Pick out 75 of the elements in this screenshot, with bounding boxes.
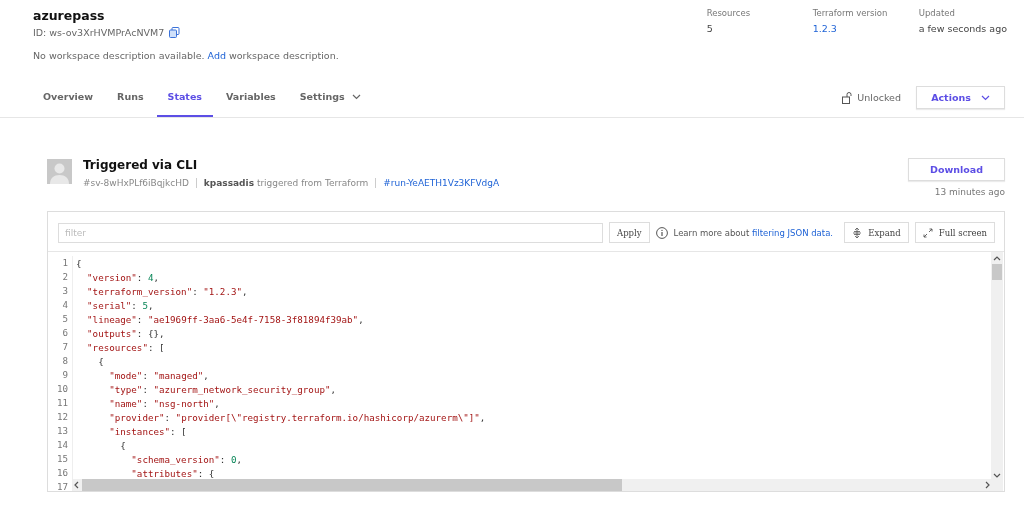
line-number: 2	[48, 270, 73, 284]
scroll-left-icon[interactable]	[73, 481, 79, 489]
filter-field[interactable]: filter	[58, 222, 603, 243]
expand-button[interactable]: Expand	[844, 222, 909, 243]
code-line: "version": 4,	[86, 271, 160, 283]
code-line: {	[119, 439, 126, 451]
line-number: 6	[48, 326, 73, 340]
stat-value: a few seconds ago	[918, 23, 1007, 34]
line-number: 4	[48, 298, 73, 312]
code-line: {	[75, 257, 82, 269]
scroll-down-icon[interactable]	[993, 473, 1001, 479]
code-line: "attributes": {	[130, 467, 215, 479]
line-number: 15	[48, 452, 73, 466]
line-number: 9	[48, 368, 73, 382]
tab[interactable]: Runs	[106, 78, 155, 117]
filter-help-link[interactable]: filtering JSON data.	[751, 227, 834, 238]
trigger-info: kpassadis triggered from Terraform	[203, 178, 369, 188]
code-line: "terraform_version": "1.2.3",	[86, 285, 248, 297]
scroll-right-icon[interactable]	[985, 481, 991, 489]
stat-label: Updated	[918, 8, 956, 18]
copy-icon[interactable]	[169, 27, 181, 38]
scrollbar-thumb[interactable]	[992, 264, 1002, 280]
code-line: "resources": [	[86, 341, 165, 353]
expand-icon	[852, 227, 863, 238]
avatar-icon	[47, 159, 72, 184]
code-line: "name": "nsg-north",	[108, 397, 220, 409]
stat-value[interactable]: 1.2.3	[812, 23, 919, 34]
code-line: "schema_version": 0,	[130, 453, 242, 465]
download-button[interactable]: Download	[908, 158, 1005, 181]
fullscreen-icon	[922, 227, 933, 238]
state-serial: #sv-8wHxPLf6iBqjkcHD	[83, 178, 189, 188]
line-number: 7	[48, 340, 73, 354]
code-line: {	[97, 355, 104, 367]
scrollbar-thumb[interactable]	[82, 479, 622, 491]
tab[interactable]: Settings	[288, 78, 372, 117]
horizontal-scrollbar[interactable]	[73, 479, 991, 491]
line-number: 8	[48, 354, 73, 368]
line-number: 5	[48, 312, 73, 326]
code-line: "provider": "provider[\"registry.terraform.io/hashicorp/azurerm\"]",	[108, 411, 486, 423]
code-line: "mode": "managed",	[108, 369, 209, 381]
stat-label: Resources	[706, 8, 752, 18]
tab[interactable]: Variables	[215, 78, 287, 117]
code-line: "type": "azurerm_network_security_group",	[108, 383, 337, 395]
stat-label: Terraform version	[812, 8, 889, 18]
vertical-scrollbar[interactable]	[991, 252, 1003, 491]
line-number: 11	[48, 396, 73, 410]
stat-value: 5	[706, 23, 714, 34]
tab[interactable]: States	[156, 78, 213, 117]
line-number: 1	[48, 256, 73, 270]
code-line: "outputs": {},	[86, 327, 165, 339]
line-number: 10	[48, 382, 73, 396]
apply-button[interactable]: Apply	[609, 222, 650, 243]
info-icon	[655, 226, 668, 239]
tab[interactable]: Overview	[32, 78, 105, 117]
state-time: 13 minutes ago	[934, 187, 1005, 197]
fullscreen-button[interactable]: Full screen	[914, 222, 995, 243]
state-title: Triggered via CLI	[83, 158, 199, 172]
line-number: 12	[48, 410, 73, 424]
line-number: 13	[48, 424, 73, 438]
workspace-name: azurepass	[33, 8, 106, 23]
unlocked-padlock-icon	[842, 91, 854, 104]
actions-button[interactable]: Actions	[916, 86, 1005, 109]
line-number: 14	[48, 438, 73, 452]
lock-status: Unlocked	[857, 92, 901, 103]
filter-help-text: Learn more about filtering JSON data.	[673, 227, 834, 238]
line-number: 3	[48, 284, 73, 298]
scroll-up-icon[interactable]	[993, 255, 1001, 261]
run-link[interactable]: #run-YeAETH1Vz3KFVdgA	[383, 178, 500, 188]
code-line: "lineage": "ae1969ff-3aa6-5e4f-7158-3f81894f39ab",	[86, 313, 364, 325]
code-line: "serial": 5,	[86, 299, 154, 311]
workspace-id: ID: ws-ov3XrHVMPrAcNVM7	[33, 27, 165, 38]
chevron-icon	[980, 94, 990, 101]
add-description-link[interactable]: Add	[207, 50, 226, 61]
workspace-description: No workspace description available. Add workspace description.	[33, 50, 339, 61]
code-line: "instances": [	[108, 425, 187, 437]
